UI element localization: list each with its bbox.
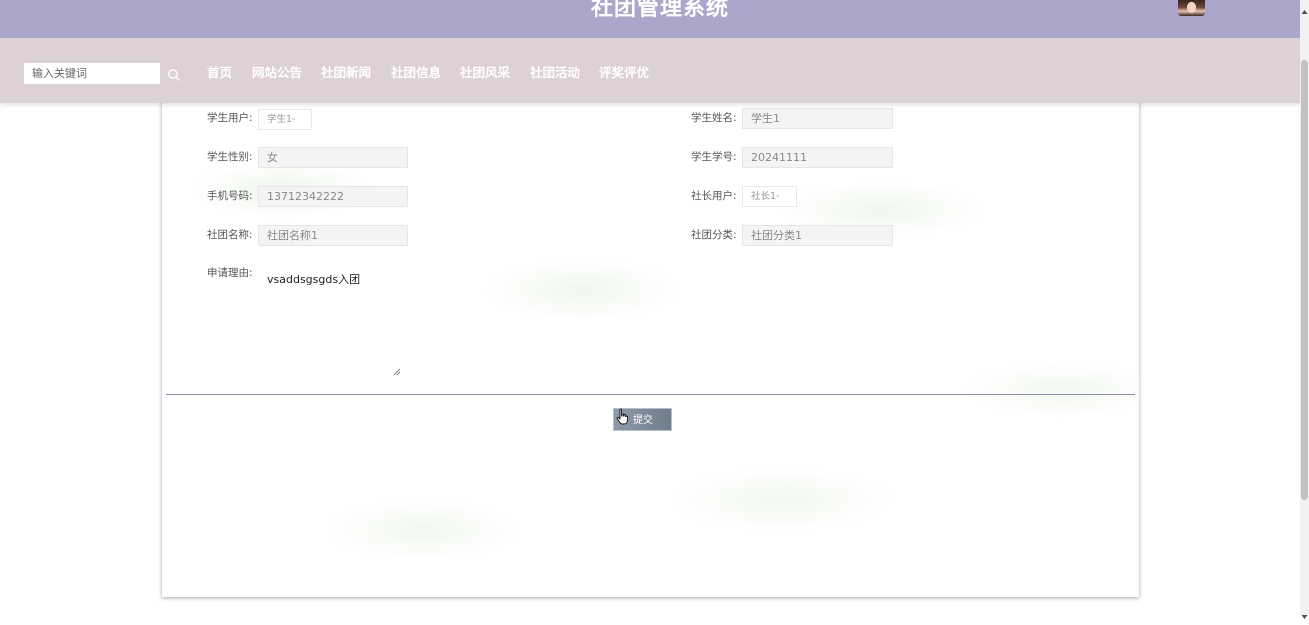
student-user-label: 学生用户: bbox=[207, 112, 253, 124]
student-gender-field[interactable]: 女 bbox=[258, 147, 408, 168]
leader-user-field[interactable]: 社长1- bbox=[742, 186, 797, 207]
nav-awards[interactable]: 评奖评优 bbox=[599, 63, 649, 83]
site-title: 社团管理系统 bbox=[590, 0, 729, 21]
page: 社团管理系统 首页 网站公告 社团新闻 社团信息 社团风采 社团活动 评奖评优 … bbox=[0, 0, 1300, 615]
nav-club-info[interactable]: 社团信息 bbox=[391, 63, 441, 83]
scroll-down-arrow-icon[interactable] bbox=[1301, 606, 1308, 619]
student-no-label: 学生学号: bbox=[691, 151, 737, 163]
student-gender-label: 学生性别: bbox=[207, 151, 253, 163]
nav-club-news[interactable]: 社团新闻 bbox=[321, 63, 371, 83]
club-category-label: 社团分类: bbox=[691, 229, 737, 241]
student-no-field[interactable]: 20241111 bbox=[742, 147, 893, 168]
resize-grip-icon[interactable] bbox=[393, 364, 401, 376]
nav-announcements[interactable]: 网站公告 bbox=[252, 63, 302, 83]
nav-club-gallery[interactable]: 社团风采 bbox=[460, 63, 510, 83]
phone-label: 手机号码: bbox=[207, 190, 253, 202]
reason-text: vsaddsgsgds入团 bbox=[267, 273, 361, 286]
nav-club-activities[interactable]: 社团活动 bbox=[530, 63, 580, 83]
form-divider bbox=[166, 394, 1135, 395]
student-name-field[interactable]: 学生1 bbox=[742, 108, 893, 129]
leader-user-label: 社长用户: bbox=[691, 190, 737, 202]
nav-home[interactable]: 首页 bbox=[207, 63, 232, 83]
student-user-field[interactable]: 学生1- bbox=[258, 109, 312, 130]
reason-label: 申请理由: bbox=[207, 267, 253, 279]
nav-bar: 首页 网站公告 社团新闻 社团信息 社团风采 社团活动 评奖评优 bbox=[0, 38, 1300, 103]
header-bar: 社团管理系统 bbox=[0, 0, 1300, 38]
search-input[interactable] bbox=[24, 63, 160, 84]
club-name-field[interactable]: 社团名称1 bbox=[258, 225, 408, 246]
student-name-label: 学生姓名: bbox=[691, 112, 737, 124]
vertical-scrollbar[interactable] bbox=[1300, 0, 1309, 619]
submit-button[interactable]: 提交 bbox=[613, 408, 672, 431]
scroll-up-arrow-icon[interactable] bbox=[1301, 1, 1308, 14]
scroll-thumb[interactable] bbox=[1301, 60, 1308, 500]
club-name-label: 社团名称: bbox=[207, 229, 253, 241]
search-icon[interactable] bbox=[167, 67, 181, 81]
avatar[interactable] bbox=[1178, 0, 1205, 16]
club-category-field[interactable]: 社团分类1 bbox=[742, 225, 893, 246]
phone-field[interactable]: 13712342222 bbox=[258, 186, 408, 207]
reason-textarea[interactable]: vsaddsgsgds入团 bbox=[258, 264, 402, 376]
